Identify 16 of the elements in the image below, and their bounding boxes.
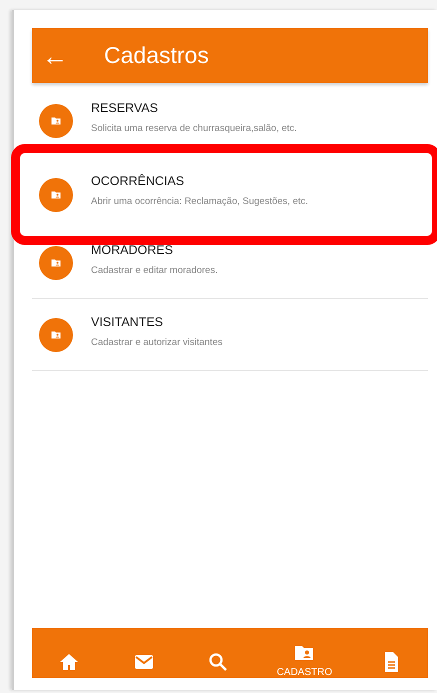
item-title: VISITANTES [91,314,164,328]
item-description: Abrir uma ocorrência: Reclamação, Sugestões, etc. [91,196,308,207]
item-description: Cadastrar e autorizar visitantes [91,336,222,348]
item-description: Cadastrar e editar moradores. [91,264,218,276]
list-item[interactable]: VISITANTES Cadastrar e autorizar visitantes [32,300,428,371]
screen-title: Cadastros [104,42,209,69]
list-item[interactable]: RESERVAS Solicita uma reserva de churrasqueira,salão, etc. [32,86,428,156]
item-title: RESERVAS [91,100,159,114]
list-item[interactable]: MORADORES Cadastrar e editar moradores. [32,228,428,299]
item-description: Solicita uma reserva de churrasqueira,salão, etc. [91,122,297,134]
item-title: OCORRÊNCIAS [91,174,186,188]
folder-icon [39,104,73,138]
item-title: MORADORES [91,242,174,256]
folder-icon [39,178,73,212]
folder-icon [39,246,73,280]
folder-icon [39,318,73,352]
